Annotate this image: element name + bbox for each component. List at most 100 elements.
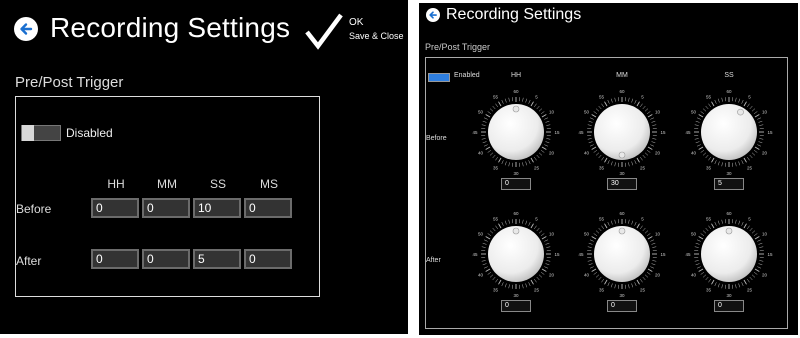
dial-knob[interactable] [701, 226, 757, 282]
column-header-mm: MM [616, 72, 628, 79]
column-header-hh: HH [510, 72, 522, 79]
dial-tick [700, 272, 705, 275]
dial-tick [508, 162, 510, 167]
after-ss-input[interactable]: 5 [193, 249, 241, 269]
dial-tick [636, 157, 640, 163]
before-ms-input[interactable]: 0 [244, 198, 292, 218]
dial-knob[interactable] [488, 104, 544, 160]
dial-tick [652, 260, 657, 262]
dial-tick [721, 97, 723, 102]
dial-scale-label: 50 [478, 110, 484, 115]
dial-tick [634, 160, 637, 165]
after-mm-input[interactable]: 0 [142, 249, 190, 269]
dial-tick [757, 266, 762, 269]
dial-scale-label: 60 [619, 211, 625, 216]
before-ss-value[interactable]: 5 [714, 178, 744, 190]
before-hh-value[interactable]: 0 [501, 178, 531, 190]
dial-scale-label: 55 [706, 216, 712, 221]
dial-tick [646, 111, 651, 114]
dial-tick [598, 105, 602, 110]
dial-tick [481, 124, 486, 126]
after-ms-input[interactable]: 0 [244, 249, 292, 269]
dial-before-hh[interactable]: 60 5 10 15 20 25 30 35 40 45 50 55 [471, 87, 561, 177]
dial-before-ss[interactable]: 60 5 10 15 20 25 30 35 40 45 50 55 [684, 87, 774, 177]
dial-scale-label: 60 [513, 89, 519, 94]
dial-tick [698, 114, 704, 118]
dial-tick [482, 242, 487, 245]
dial-after-mm[interactable]: 60 5 10 15 20 25 30 35 40 45 50 55 [577, 209, 667, 299]
before-hh-input[interactable]: 0 [91, 198, 139, 218]
dial-scale-label: 35 [493, 166, 499, 171]
after-hh-value[interactable]: 0 [501, 300, 531, 312]
dial-tick [544, 239, 549, 242]
dial-knob[interactable] [488, 226, 544, 282]
back-arrow-icon[interactable] [426, 8, 440, 22]
after-mm-value[interactable]: 0 [607, 300, 637, 312]
dial-scale-label: 30 [513, 171, 519, 176]
dial-tick [587, 246, 592, 248]
checkmark-icon[interactable] [304, 12, 344, 50]
dial-tick [628, 162, 630, 167]
before-mm-input[interactable]: 0 [142, 198, 190, 218]
back-arrow-icon[interactable] [14, 17, 38, 41]
dial-tick [640, 225, 643, 230]
dial-tick [694, 138, 699, 140]
dial-scale-label: 25 [534, 166, 540, 171]
dial-tick [589, 239, 594, 242]
dial-tick [546, 138, 551, 140]
dial-tick [528, 282, 531, 287]
dial-tick [589, 266, 594, 269]
dial-tick [757, 144, 762, 147]
dial-tick [525, 283, 528, 288]
dial-scale-label: 15 [554, 130, 560, 135]
dial-after-ss[interactable]: 60 5 10 15 20 25 30 35 40 45 50 55 [684, 209, 774, 299]
dial-before-mm[interactable]: 60 5 10 15 20 25 30 35 40 45 50 55 [577, 87, 667, 177]
dial-tick [593, 233, 598, 236]
dial-tick [483, 144, 488, 147]
dial-tick [610, 161, 613, 166]
dial-tick [530, 279, 534, 285]
dial-scale-label: 30 [619, 293, 625, 298]
dial-tick [705, 276, 709, 281]
dial-tick [702, 108, 707, 112]
dial-tick [485, 236, 491, 240]
after-hh-input[interactable]: 0 [91, 249, 139, 269]
dial-tick [525, 161, 528, 166]
dial-tick [591, 268, 597, 272]
dial-tick [614, 219, 616, 224]
dial-tick [546, 124, 551, 126]
dial-tick [498, 279, 502, 285]
dial-knob[interactable] [701, 104, 757, 160]
row-label-after: After [426, 257, 441, 264]
dial-knob[interactable] [594, 226, 650, 282]
dial-tick [751, 274, 756, 278]
dial-tick [482, 263, 487, 266]
dial-tick [751, 108, 756, 112]
right-settings-panel: Recording Settings Pre/Post Trigger Enab… [419, 3, 798, 335]
dial-tick [700, 111, 705, 114]
dial-tick [614, 284, 616, 289]
dial-tick [631, 98, 634, 103]
before-mm-value[interactable]: 30 [607, 178, 637, 190]
trigger-toggle[interactable] [428, 73, 450, 82]
save-close-label[interactable]: Save & Close [349, 31, 404, 41]
dial-scale-label: 60 [726, 89, 732, 94]
dial-tick [522, 219, 524, 224]
dial-tick [652, 246, 657, 248]
dial-tick [741, 160, 744, 165]
dial-tick [587, 124, 592, 126]
dial-tick [492, 227, 496, 232]
ok-button-label[interactable]: OK [349, 17, 363, 28]
dial-tick [650, 239, 655, 242]
trigger-toggle[interactable] [21, 125, 61, 141]
dial-tick [717, 161, 720, 166]
toggle-knob [22, 125, 34, 141]
dial-tick [642, 105, 646, 110]
dial-knob[interactable] [594, 104, 650, 160]
before-ss-input[interactable]: 10 [193, 198, 241, 218]
page-title: Recording Settings [50, 12, 291, 43]
dial-after-hh[interactable]: 60 5 10 15 20 25 30 35 40 45 50 55 [471, 209, 561, 299]
dial-scale-label: 25 [640, 166, 646, 171]
dial-tick [545, 263, 550, 266]
after-ss-value[interactable]: 0 [714, 300, 744, 312]
